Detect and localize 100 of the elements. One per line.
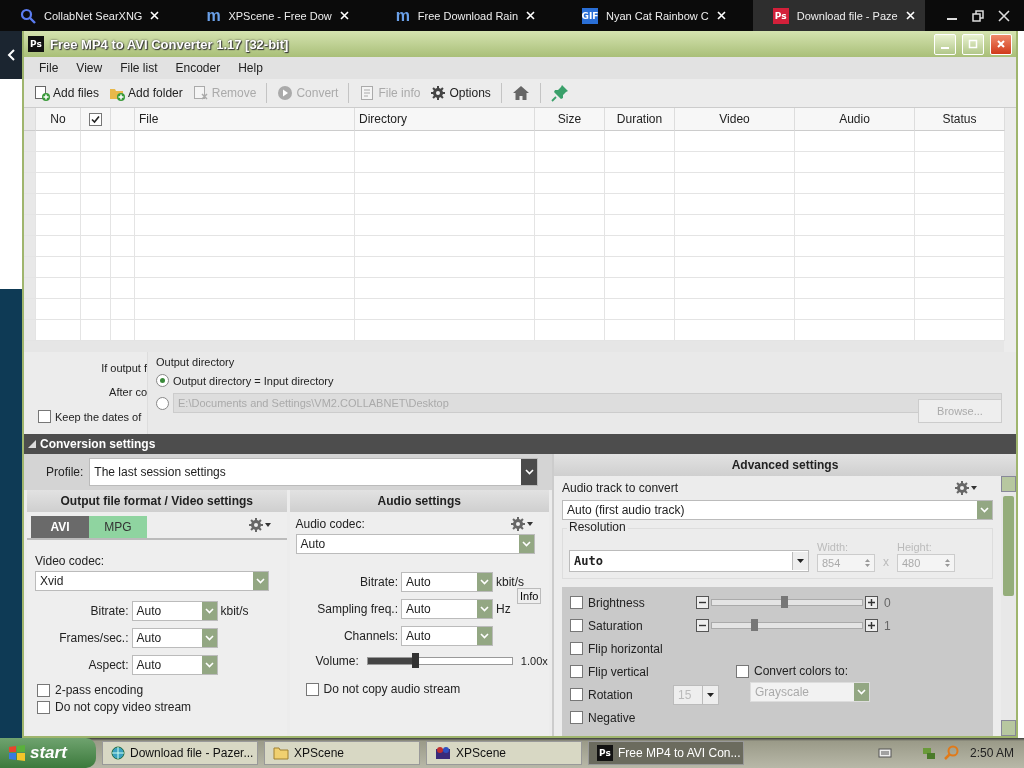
table-cell [605, 173, 675, 194]
column-header[interactable]: Duration [605, 108, 675, 131]
clock: 2:50 AM [969, 746, 1014, 760]
keep-dates-checkbox[interactable] [38, 410, 51, 423]
checkbox[interactable] [37, 683, 50, 697]
browser-tab[interactable]: Ps Download file - Paze [752, 0, 925, 31]
column-header[interactable]: Audio [795, 108, 915, 131]
checkbox[interactable] [37, 700, 50, 714]
checkmark-icon [91, 114, 100, 124]
section-header[interactable]: Conversion settings [24, 434, 1016, 454]
menu-item[interactable]: Encoder [166, 61, 230, 75]
slider-thumb[interactable] [751, 619, 758, 631]
toolbar-button[interactable]: Add folder [105, 83, 187, 103]
minus-button[interactable] [696, 596, 709, 609]
option-dropdown[interactable]: Auto [131, 655, 218, 675]
network-icon[interactable] [921, 745, 938, 761]
keyboard-icon[interactable] [877, 747, 892, 759]
audio-track-dropdown[interactable]: Auto (first audio track) [562, 500, 993, 520]
slider-thumb[interactable] [412, 653, 420, 668]
column-header[interactable]: Status [915, 108, 1005, 131]
checkbox-label: Negative [588, 710, 636, 725]
column-header[interactable]: Directory [355, 108, 535, 131]
adjust-slider[interactable] [711, 622, 863, 629]
browser-tab[interactable]: GIF Nyan Cat Rainbow C [562, 0, 736, 31]
film-icon [435, 746, 451, 760]
scrollbar[interactable] [1001, 476, 1016, 736]
resolution-dropdown[interactable]: Auto [569, 550, 809, 572]
column-header[interactable]: Size [535, 108, 605, 131]
caret-icon[interactable] [527, 522, 533, 526]
option-dropdown[interactable]: Auto [401, 599, 493, 619]
minimize-icon [941, 47, 949, 49]
checkbox[interactable] [736, 664, 749, 678]
taskbar-item[interactable]: Ps Free MP4 to AVI Con... [588, 741, 744, 765]
gear-icon[interactable] [510, 516, 526, 532]
checkbox-label: Keep the dates of [55, 410, 142, 423]
restore-icon[interactable] [972, 9, 984, 22]
taskbar-item[interactable]: XPScene [426, 741, 582, 765]
browser-tab[interactable]: CollabNet SearXNG [0, 0, 170, 31]
home-icon[interactable] [511, 84, 530, 102]
format-tab[interactable]: MPG [89, 516, 147, 538]
chevron-down-icon [980, 507, 989, 513]
taskbar-item[interactable]: Download file - Pazer... [102, 741, 258, 765]
caret-icon[interactable] [971, 486, 977, 490]
profile-dropdown[interactable]: The last session settings [89, 458, 538, 486]
checkbox[interactable] [570, 665, 583, 678]
info-button[interactable]: Info [517, 587, 541, 604]
menu-item[interactable]: View [67, 61, 112, 75]
browser-tab[interactable]: m Free Download Rain [375, 0, 546, 31]
minus-icon [699, 622, 706, 629]
slider-thumb[interactable] [781, 596, 788, 608]
browser-tab[interactable]: m XPScene - Free Dow [186, 0, 359, 31]
column-header[interactable]: No [36, 108, 81, 131]
caret-icon [797, 559, 804, 563]
menu-item[interactable]: Help [229, 61, 272, 75]
column-header[interactable]: File [135, 108, 355, 131]
toolbar-button[interactable]: Add files [30, 83, 104, 103]
checkbox[interactable] [570, 688, 583, 701]
checkbox-label: Brightness [588, 595, 645, 610]
toolbar-button[interactable]: Options [426, 83, 495, 103]
close-icon[interactable] [998, 9, 1010, 22]
option-dropdown[interactable]: Auto [401, 626, 493, 646]
audio-codec-dropdown[interactable]: Auto [295, 534, 535, 554]
radio-label: Output directory = Input directory [173, 374, 334, 387]
checkbox[interactable] [570, 596, 583, 609]
gear-icon[interactable] [954, 480, 970, 496]
menu-item[interactable]: File [30, 61, 68, 75]
checkbox[interactable] [570, 711, 583, 724]
start-button[interactable]: start [0, 738, 96, 768]
table-cell [535, 194, 605, 215]
taskbar-label: XPScene [294, 746, 345, 760]
select-all-checkbox[interactable] [89, 112, 102, 126]
video-codec-dropdown[interactable]: Xvid [35, 571, 269, 591]
minus-button[interactable] [696, 619, 709, 632]
taskbar-item[interactable]: XPScene [264, 741, 420, 765]
radio-button[interactable] [156, 374, 169, 387]
pin-icon[interactable] [550, 84, 569, 102]
table-cell [81, 152, 111, 173]
table-cell [535, 173, 605, 194]
checkbox[interactable] [570, 642, 583, 655]
section-title: Audio settings [289, 490, 549, 512]
table-cell [605, 257, 675, 278]
format-tab[interactable]: AVI [31, 516, 89, 538]
option-dropdown[interactable]: Auto [131, 628, 218, 648]
gear-icon[interactable] [247, 517, 264, 533]
option-dropdown[interactable]: Auto [401, 572, 493, 592]
column-header[interactable]: Video [675, 108, 795, 131]
option-dropdown[interactable]: Auto [131, 601, 218, 621]
tab-title: Nyan Cat Rainbow C [606, 9, 709, 22]
close-button[interactable] [990, 33, 1012, 55]
plus-button[interactable] [865, 596, 878, 609]
checkbox[interactable] [570, 619, 583, 632]
radio-button[interactable] [156, 396, 169, 410]
checkbox-label: Flip vertical [588, 664, 649, 679]
menu-item[interactable]: File list [111, 61, 167, 75]
adjust-slider[interactable] [711, 599, 863, 606]
table-cell [111, 152, 135, 173]
checkbox[interactable] [305, 682, 319, 696]
slider-reading: 1 [884, 618, 891, 633]
caret-icon[interactable] [264, 523, 271, 527]
plus-button[interactable] [865, 619, 878, 632]
